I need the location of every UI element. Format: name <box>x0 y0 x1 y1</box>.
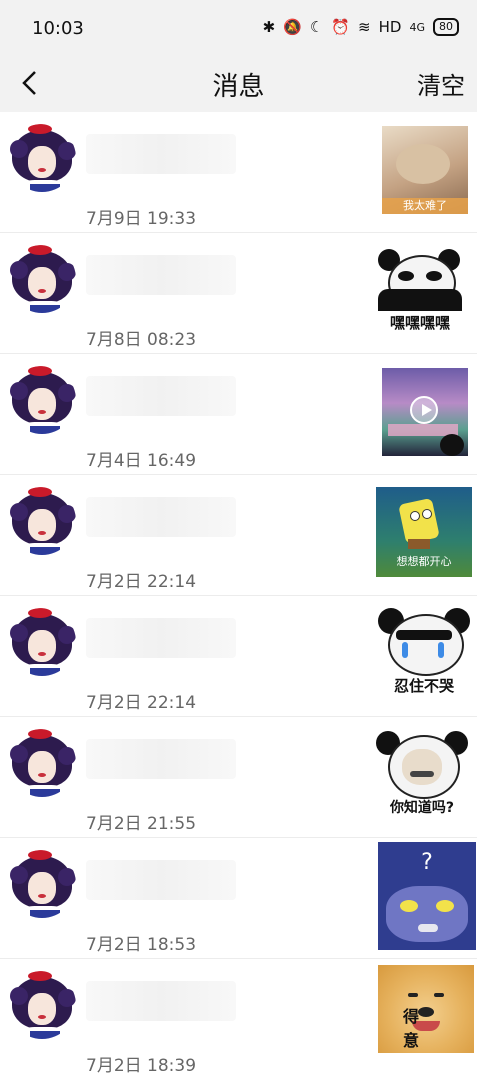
avatar[interactable] <box>8 366 76 434</box>
sticker-thumbnail[interactable]: 忍住不哭 <box>374 604 474 702</box>
avatar[interactable] <box>8 124 76 192</box>
message-text <box>86 618 236 658</box>
status-icons: ✱ 🔕 ☾ ⏰ ≋ HD 4G 80 <box>263 18 459 36</box>
avatar[interactable] <box>8 729 76 797</box>
wifi-icon: ≋ <box>358 18 371 36</box>
avatar[interactable] <box>8 850 76 918</box>
video-thumbnail[interactable] <box>382 368 468 456</box>
timestamp: 7月2日 22:14 <box>86 693 197 713</box>
sticker-thumbnail[interactable]: 你知道吗? <box>372 725 472 823</box>
sticker-caption: 你知道吗? <box>389 800 455 816</box>
message-row[interactable]: 7月9日 19:33 我太难了 <box>0 112 477 233</box>
sticker-thumbnail[interactable]: 我太难了 <box>382 126 468 214</box>
alarm-icon: ⏰ <box>331 18 351 36</box>
clear-button[interactable]: 清空 <box>417 66 465 101</box>
status-bar: 10:03 ✱ 🔕 ☾ ⏰ ≋ HD 4G 80 <box>0 0 477 56</box>
timestamp: 7月9日 19:33 <box>86 209 197 229</box>
timestamp: 7月2日 18:39 <box>86 1056 197 1076</box>
avatar[interactable] <box>8 971 76 1039</box>
battery-icon: 80 <box>433 18 459 36</box>
sticker-caption: ? <box>421 850 433 875</box>
timestamp: 7月4日 16:49 <box>86 451 197 471</box>
message-text <box>86 981 236 1021</box>
play-icon[interactable] <box>410 396 438 424</box>
page-title: 消息 <box>212 72 265 102</box>
signal-label: 4G <box>409 20 425 34</box>
avatar[interactable] <box>8 245 76 313</box>
message-text <box>86 497 236 537</box>
timestamp: 7月2日 22:14 <box>86 572 197 592</box>
message-row[interactable]: 7月4日 16:49 <box>0 354 477 475</box>
avatar[interactable] <box>8 487 76 555</box>
sticker-thumbnail[interactable]: ? <box>378 842 476 950</box>
message-row[interactable]: 7月2日 18:53 ? <box>0 838 477 959</box>
nav-bar: 消息 清空 <box>0 56 477 112</box>
bluetooth-icon: ✱ <box>262 18 276 36</box>
sticker-caption: 得 意 <box>402 1007 449 1050</box>
message-text <box>86 255 236 295</box>
message-row[interactable]: 7月8日 08:23 嘿嘿嘿嘿 <box>0 233 477 354</box>
sticker-thumbnail[interactable]: 嘿嘿嘿嘿 <box>372 243 468 337</box>
avatar[interactable] <box>8 608 76 676</box>
timestamp: 7月2日 21:55 <box>86 814 197 834</box>
timestamp: 7月2日 18:53 <box>86 935 197 955</box>
message-row[interactable]: 7月2日 21:55 你知道吗? <box>0 717 477 838</box>
message-row[interactable]: 7月2日 18:39 得 意 <box>0 959 477 1079</box>
sticker-thumbnail[interactable]: 得 意 <box>378 965 474 1053</box>
sticker-caption: 忍住不哭 <box>393 677 454 695</box>
timestamp: 7月8日 08:23 <box>86 330 197 350</box>
message-text <box>86 739 236 779</box>
hd-label: HD <box>378 18 402 36</box>
message-row[interactable]: 7月2日 22:14 忍住不哭 <box>0 596 477 717</box>
moon-icon: ☾ <box>309 18 324 36</box>
message-text <box>86 134 236 174</box>
message-text <box>86 376 236 416</box>
message-list: 7月9日 19:33 我太难了 7月8日 08:23 嘿嘿嘿嘿 7月4日 16:… <box>0 112 477 1079</box>
sticker-caption: 想想都开心 <box>396 555 452 568</box>
mute-icon: 🔕 <box>283 18 302 36</box>
message-row[interactable]: 7月2日 22:14 想想都开心 <box>0 475 477 596</box>
sticker-thumbnail[interactable]: 想想都开心 <box>376 487 472 577</box>
message-text <box>86 860 236 900</box>
sticker-caption: 我太难了 <box>403 199 447 212</box>
sticker-caption: 嘿嘿嘿嘿 <box>389 314 450 332</box>
status-time: 10:03 <box>32 18 84 39</box>
